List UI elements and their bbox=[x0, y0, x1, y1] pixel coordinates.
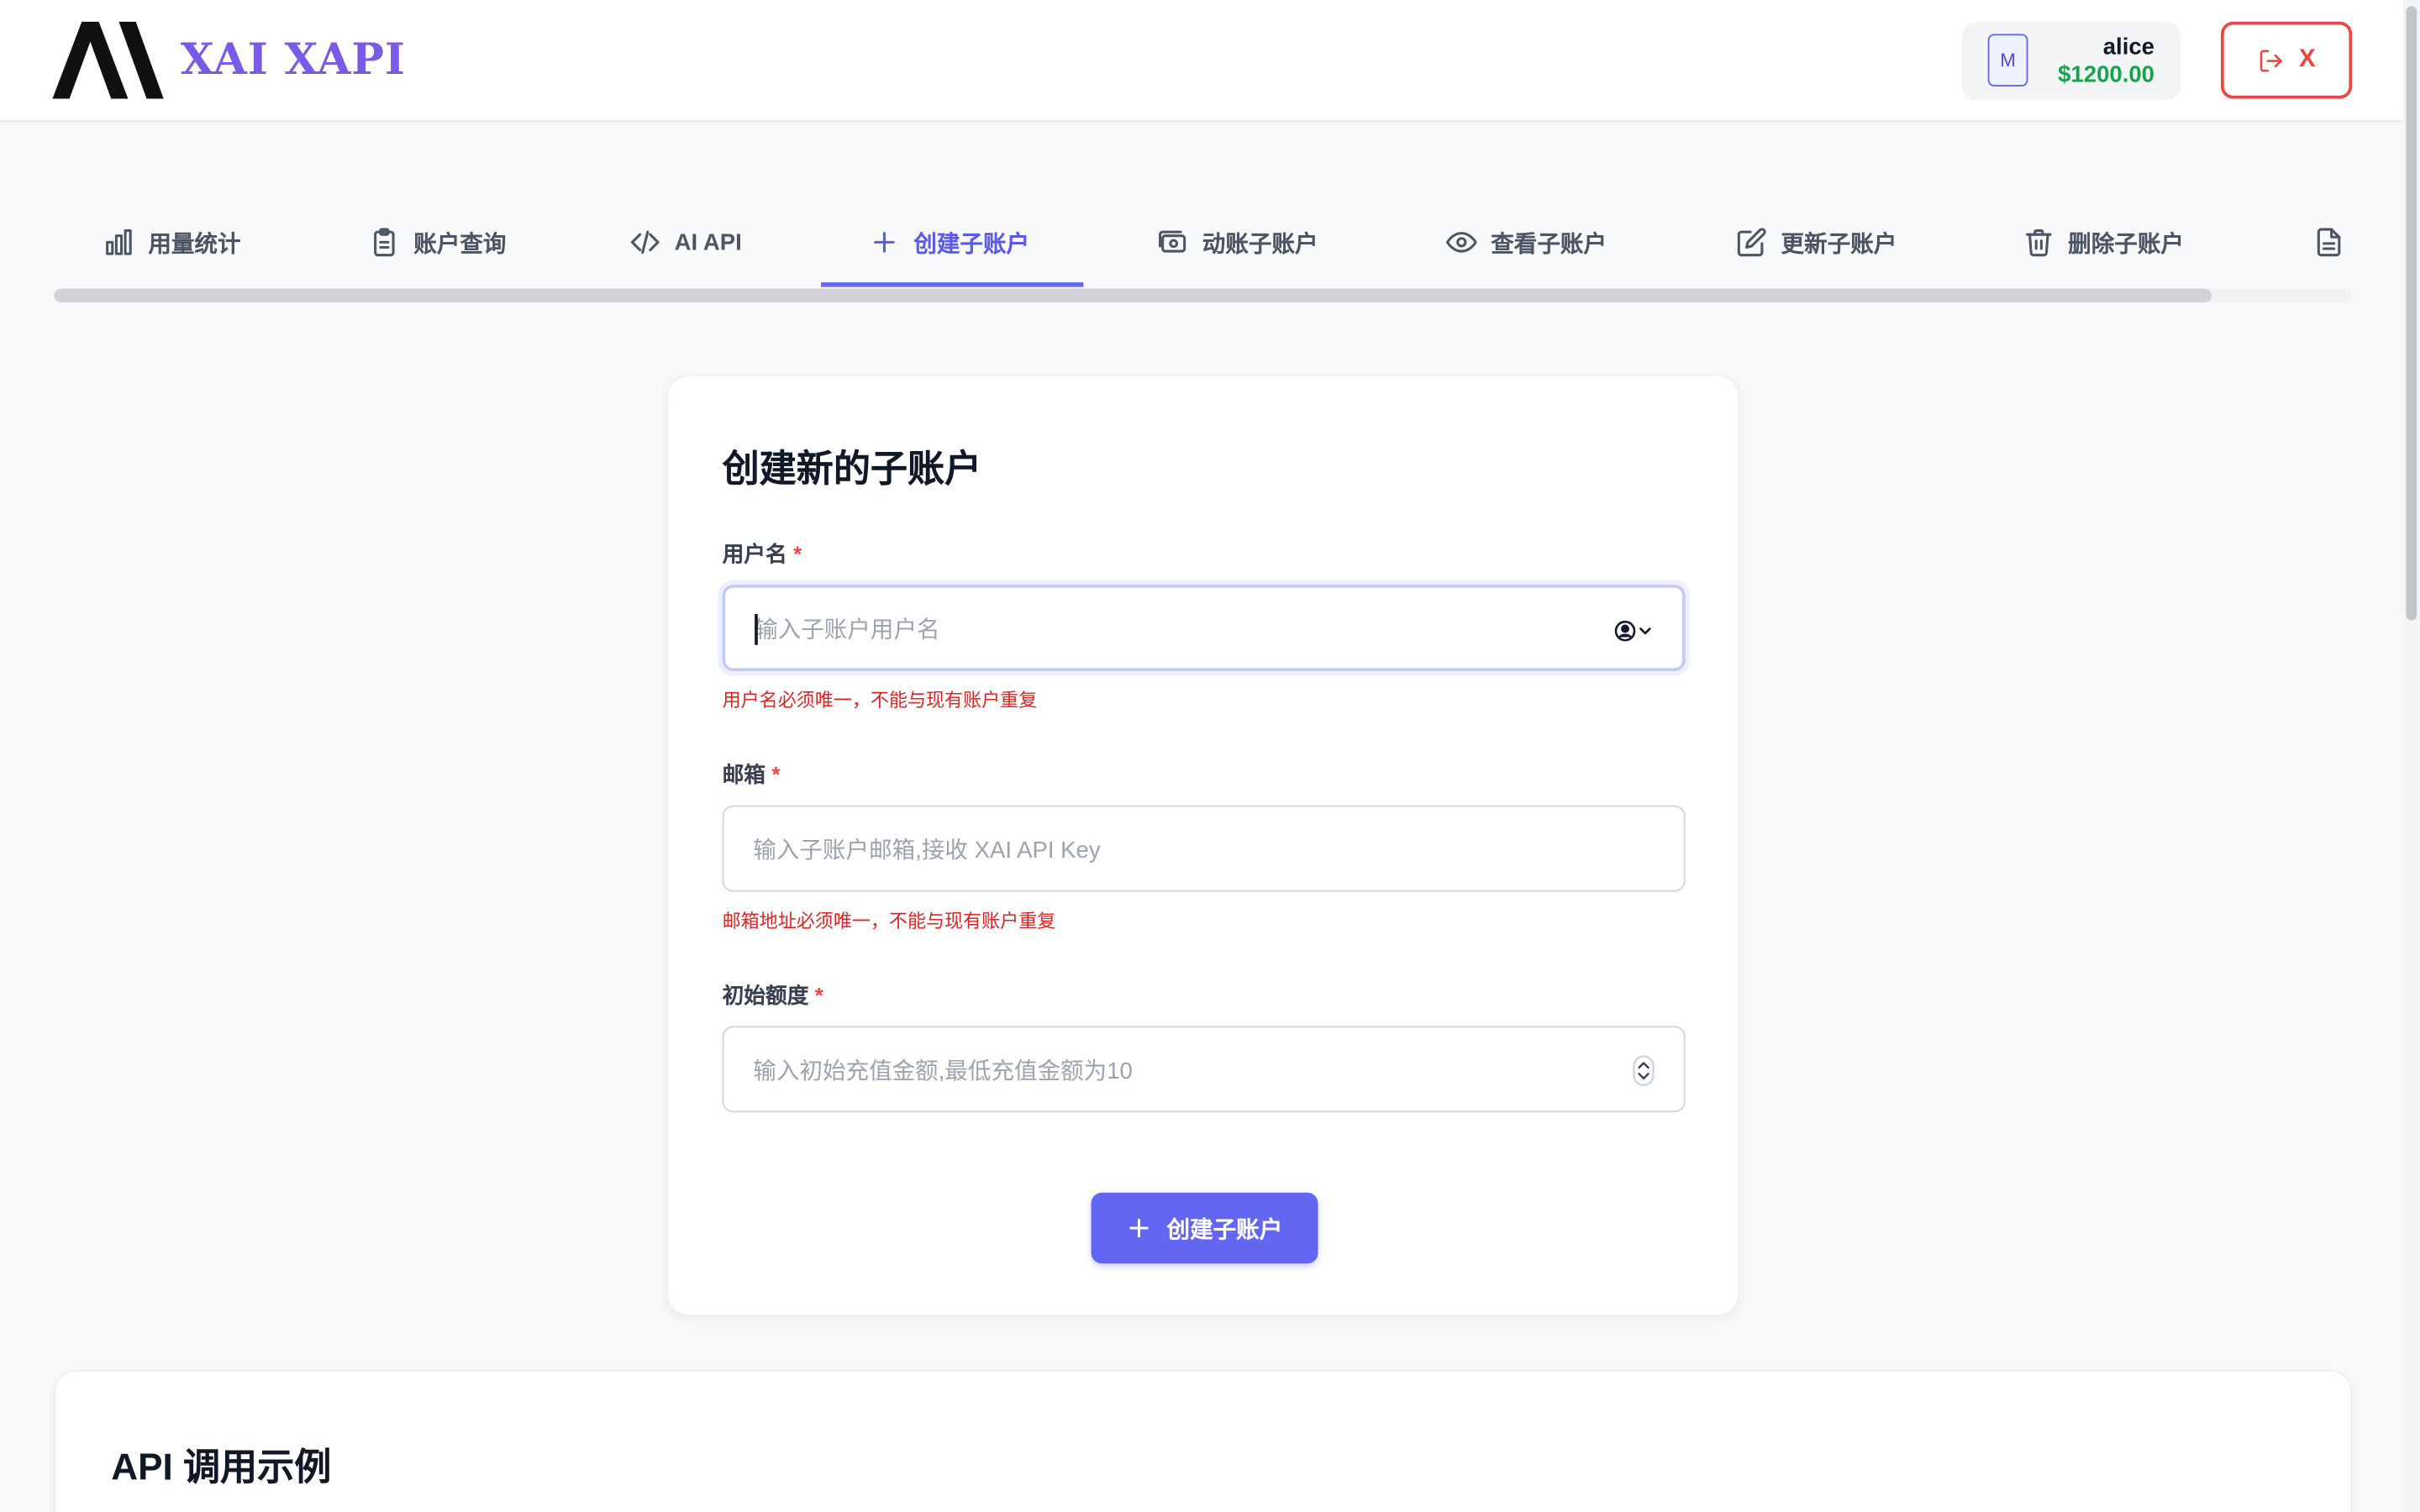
document-icon bbox=[2317, 228, 2341, 257]
tab-update-subaccount[interactable]: 更新子账户 bbox=[1736, 197, 1897, 287]
logout-icon bbox=[2260, 49, 2282, 71]
plus-icon bbox=[1129, 1218, 1149, 1238]
avatar: M bbox=[1987, 34, 2028, 87]
logout-label: X bbox=[2299, 46, 2316, 73]
trash-icon bbox=[2025, 229, 2052, 257]
number-stepper-icon[interactable] bbox=[1633, 1055, 1655, 1086]
username-input[interactable]: 输入子账户用户名 bbox=[722, 585, 1686, 671]
form-title: 创建新的子账户 bbox=[722, 449, 982, 491]
tab-fund-subaccount[interactable]: 动账子账户 bbox=[1158, 197, 1318, 287]
tab-docs[interactable] bbox=[2313, 197, 2358, 287]
user-chip[interactable]: M alice $1200.00 bbox=[1961, 21, 2181, 101]
plus-icon bbox=[874, 232, 895, 253]
create-subaccount-button[interactable]: 创建子账户 bbox=[1091, 1192, 1318, 1264]
tab-view-subaccount[interactable]: 查看子账户 bbox=[1445, 197, 1607, 287]
tab-ai-api[interactable]: AI API bbox=[629, 197, 742, 287]
username-hint: 用户名必须唯一，不能与现有账户重复 bbox=[722, 690, 1038, 711]
brand-name: XAI XAPI bbox=[180, 34, 406, 86]
edit-icon bbox=[1737, 228, 1766, 257]
user-autofill-icon[interactable] bbox=[1612, 616, 1655, 647]
create-subaccount-card: 创建新的子账户 用户名 * 输入子账户用户名 用户名必须唯一，不能与现有账户重复 … bbox=[666, 375, 1739, 1316]
tab-create-subaccount[interactable]: 创建子账户 bbox=[869, 197, 1029, 287]
email-input[interactable]: 输入子账户邮箱,接收 XAI API Key bbox=[722, 805, 1686, 892]
bar-chart-icon bbox=[106, 229, 132, 255]
api-example-title: API 调用示例 bbox=[111, 1446, 332, 1489]
amount-placeholder: 输入初始充值金额,最低充值金额为10 bbox=[753, 1058, 1133, 1084]
text-caret bbox=[755, 614, 757, 645]
email-placeholder: 输入子账户邮箱,接收 XAI API Key bbox=[753, 837, 1101, 864]
api-example-card: API 调用示例 bbox=[54, 1369, 2353, 1512]
nav-tabs: 用量统计 账户查询 AI API 创建子账户 动账子账户 查看子账户 更新子账户 bbox=[54, 197, 2352, 290]
email-label: 邮箱 * bbox=[722, 762, 781, 787]
tab-account-query[interactable]: 账户查询 bbox=[369, 197, 506, 287]
top-header: XAI XAPI M alice $1200.00 X bbox=[0, 0, 2420, 123]
eye-icon bbox=[1445, 232, 1477, 253]
code-icon bbox=[630, 230, 660, 255]
tab-delete-subaccount[interactable]: 删除子账户 bbox=[2023, 197, 2184, 287]
logout-button[interactable]: X bbox=[2221, 21, 2353, 99]
active-tab-indicator bbox=[821, 282, 1084, 287]
page-scrollbar[interactable] bbox=[2402, 0, 2420, 1512]
app-root: XAI XAPI M alice $1200.00 X 用量统计 账户查询 AI… bbox=[0, 0, 2420, 1512]
money-icon bbox=[1159, 230, 1186, 253]
page-scrollbar-thumb[interactable] bbox=[2406, 6, 2417, 621]
tab-usage-stats[interactable]: 用量统计 bbox=[103, 197, 241, 287]
amount-input[interactable]: 输入初始充值金额,最低充值金额为10 bbox=[722, 1026, 1686, 1113]
username-label: 用户名 * bbox=[722, 541, 802, 567]
tabs-scroll-thumb[interactable] bbox=[54, 288, 2212, 302]
username-placeholder: 输入子账户用户名 bbox=[755, 616, 940, 643]
email-hint: 邮箱地址必须唯一，不能与现有账户重复 bbox=[722, 910, 1056, 932]
amount-label: 初始额度 * bbox=[722, 982, 823, 1008]
clipboard-icon bbox=[374, 228, 395, 257]
user-name: alice bbox=[2102, 34, 2155, 60]
anthropic-logo-icon bbox=[52, 21, 164, 99]
user-balance: $1200.00 bbox=[2058, 61, 2155, 88]
